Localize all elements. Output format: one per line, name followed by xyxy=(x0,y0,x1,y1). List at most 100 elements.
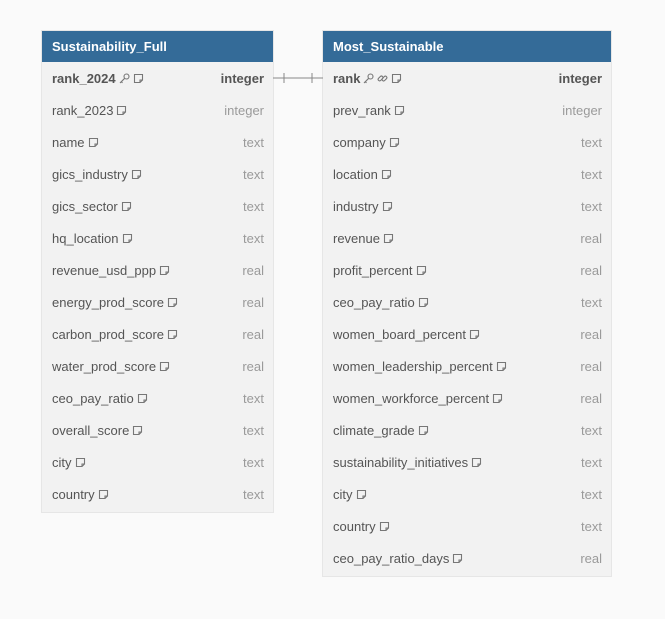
column-list: rank integer prev_rank integer company text lo… xyxy=(323,62,611,576)
column-name-group: ceo_pay_ratio xyxy=(333,295,429,310)
table-row[interactable]: industry text xyxy=(323,190,611,222)
column-name: women_leadership_percent xyxy=(333,358,493,374)
note-icon xyxy=(382,201,393,212)
table-row[interactable]: city text xyxy=(42,446,273,478)
column-name: city xyxy=(52,454,72,470)
note-icon xyxy=(492,393,503,404)
column-type: text xyxy=(243,134,264,150)
table-row[interactable]: ceo_pay_ratio text xyxy=(42,382,273,414)
table-row[interactable]: hq_location text xyxy=(42,222,273,254)
table-row[interactable]: location text xyxy=(323,158,611,190)
column-type: text xyxy=(243,390,264,406)
table-row[interactable]: country text xyxy=(42,478,273,510)
table-header[interactable]: Sustainability_Full xyxy=(42,31,273,62)
table-header[interactable]: Most_Sustainable xyxy=(323,31,611,62)
column-type: text xyxy=(243,486,264,502)
table-row[interactable]: overall_score text xyxy=(42,414,273,446)
column-name: country xyxy=(333,518,376,534)
note-icon xyxy=(98,489,109,500)
column-name: energy_prod_score xyxy=(52,294,165,310)
column-name: rank_2024 xyxy=(52,70,116,86)
note-icon xyxy=(116,105,127,116)
note-icon xyxy=(75,457,86,468)
table-row[interactable]: water_prod_score real xyxy=(42,350,273,382)
table-row[interactable]: profit_percent real xyxy=(323,254,611,286)
column-name: prev_rank xyxy=(333,102,391,118)
table-row[interactable]: city text xyxy=(323,478,611,510)
note-icon xyxy=(356,489,367,500)
note-icon xyxy=(379,521,390,532)
table-row[interactable]: energy_prod_score real xyxy=(42,286,273,318)
table-row[interactable]: gics_industry text xyxy=(42,158,273,190)
column-type: real xyxy=(580,390,602,406)
column-type: real xyxy=(580,358,602,374)
table-row[interactable]: country text xyxy=(323,510,611,542)
column-type: text xyxy=(243,230,264,246)
column-type: real xyxy=(580,326,602,342)
column-type: text xyxy=(581,454,602,470)
column-name-group: city xyxy=(333,487,367,502)
note-icon xyxy=(383,233,394,244)
column-type: real xyxy=(242,262,264,278)
table-row[interactable]: gics_sector text xyxy=(42,190,273,222)
table-row[interactable]: women_board_percent real xyxy=(323,318,611,350)
column-name-group: ceo_pay_ratio xyxy=(52,391,148,406)
column-name: overall_score xyxy=(52,422,130,438)
column-type: text xyxy=(581,486,602,502)
note-icon xyxy=(418,425,429,436)
table-row[interactable]: ceo_pay_ratio_days real xyxy=(323,542,611,574)
table-row[interactable]: name text xyxy=(42,126,273,158)
note-icon xyxy=(391,73,402,84)
table-sustainability-full[interactable]: Sustainability_Full rank_2024 integer rank… xyxy=(42,31,273,512)
column-name: profit_percent xyxy=(333,262,413,278)
column-type: real xyxy=(242,294,264,310)
column-name-group: industry xyxy=(333,199,393,214)
table-row[interactable]: ceo_pay_ratio text xyxy=(323,286,611,318)
table-row[interactable]: prev_rank integer xyxy=(323,94,611,126)
column-type: real xyxy=(242,358,264,374)
link-icon xyxy=(377,73,388,84)
column-name-group: sustainability_initiatives xyxy=(333,455,482,470)
table-row[interactable]: revenue_usd_ppp real xyxy=(42,254,273,286)
note-icon xyxy=(167,297,178,308)
table-row[interactable]: women_leadership_percent real xyxy=(323,350,611,382)
column-name-group: rank_2023 xyxy=(52,103,127,118)
table-most-sustainable[interactable]: Most_Sustainable rank integer prev_rank int… xyxy=(323,31,611,576)
column-name-group: overall_score xyxy=(52,423,143,438)
column-type: text xyxy=(581,518,602,534)
column-type: integer xyxy=(558,70,602,86)
table-row[interactable]: climate_grade text xyxy=(323,414,611,446)
table-row[interactable]: carbon_prod_score real xyxy=(42,318,273,350)
column-name-group: energy_prod_score xyxy=(52,295,178,310)
table-row[interactable]: rank_2023 integer xyxy=(42,94,273,126)
column-type: real xyxy=(580,230,602,246)
column-name: women_workforce_percent xyxy=(333,390,490,406)
column-name-group: city xyxy=(52,455,86,470)
column-name-group: revenue xyxy=(333,231,394,246)
column-name-group: country xyxy=(333,519,390,534)
table-row[interactable]: company text xyxy=(323,126,611,158)
note-icon xyxy=(496,361,507,372)
column-name: location xyxy=(333,166,378,182)
table-row[interactable]: revenue real xyxy=(323,222,611,254)
column-name: country xyxy=(52,486,95,502)
key-icon xyxy=(119,72,130,84)
table-row[interactable]: rank integer xyxy=(323,62,611,94)
note-icon xyxy=(159,265,170,276)
column-type: integer xyxy=(220,70,264,86)
column-type: real xyxy=(580,550,602,566)
column-type: text xyxy=(581,134,602,150)
column-name-group: hq_location xyxy=(52,231,133,246)
column-name-group: carbon_prod_score xyxy=(52,327,178,342)
column-name: revenue xyxy=(333,230,380,246)
column-name: city xyxy=(333,486,353,502)
table-row[interactable]: sustainability_initiatives text xyxy=(323,446,611,478)
column-name-group: rank_2024 xyxy=(52,71,144,86)
table-row[interactable]: women_workforce_percent real xyxy=(323,382,611,414)
note-icon xyxy=(88,137,99,148)
note-icon xyxy=(418,297,429,308)
column-type: text xyxy=(581,422,602,438)
table-row[interactable]: rank_2024 integer xyxy=(42,62,273,94)
column-name: name xyxy=(52,134,85,150)
note-icon xyxy=(416,265,427,276)
